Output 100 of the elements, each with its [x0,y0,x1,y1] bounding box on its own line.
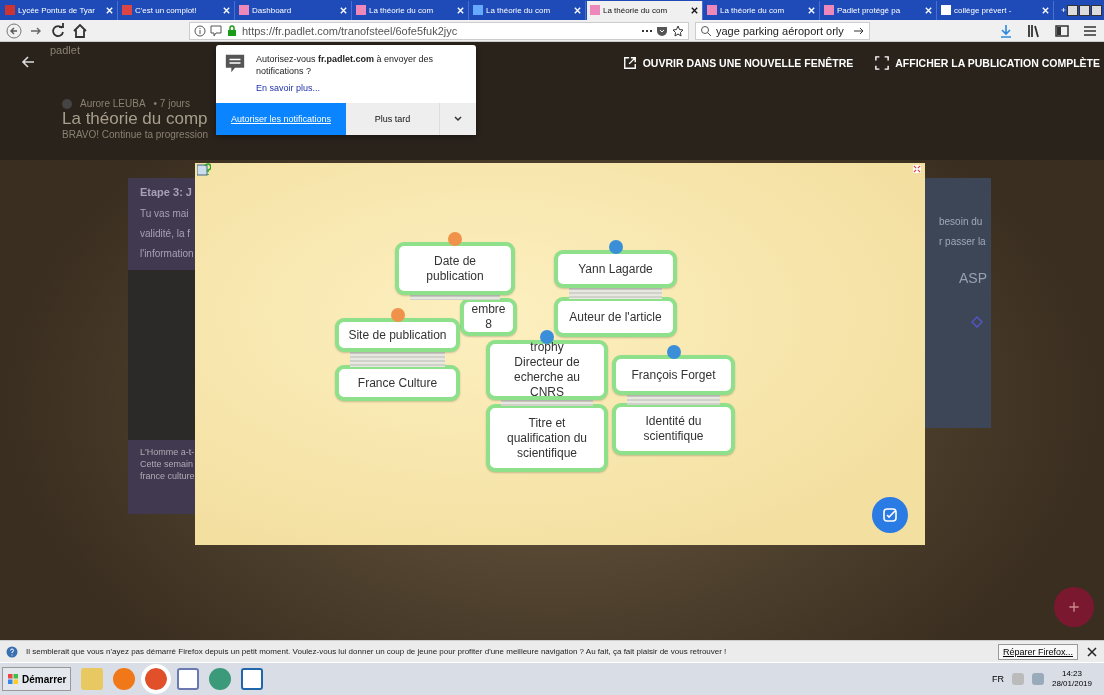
card[interactable]: Auteur de l'article [554,297,677,337]
app-icon[interactable] [209,668,232,690]
start-button[interactable]: Démarrer [2,667,72,691]
card-text: embre 8 [471,302,506,332]
favicon-icon [122,5,132,15]
card-text: Identité du scientifique [643,414,704,444]
post-text: validité, la f [140,227,192,241]
page-actions-icon[interactable] [642,29,652,32]
card[interactable]: Date de publication [395,242,515,295]
document-icon[interactable] [241,668,264,690]
post-text: l'information [140,247,195,261]
card[interactable]: France Culture [335,365,460,401]
search-icon [700,24,712,37]
external-link-icon [622,56,637,70]
star-icon[interactable] [672,24,684,37]
post-text: Tu vas mai [140,207,190,221]
header-action-link[interactable]: OUVRIR DANS UNE NOUVELLE FENÊTRE [622,56,854,70]
library-icon[interactable] [1026,22,1042,39]
card-text: Yann Lagarde [578,261,653,277]
post-text: r passer la [939,235,987,249]
card-text: Titre et qualification du scientifique [506,415,588,461]
help-icon [6,645,18,658]
caption-text: L'Homme a-t- [140,446,196,458]
card[interactable]: François Forget [612,355,735,395]
post-label: ASP [958,270,988,286]
search-field[interactable]: yage parking aéroport orly [695,21,870,40]
card-text: trophy Directeur de echerche au CNRS [513,340,580,400]
chevron-down-icon [453,114,463,124]
browser-tab[interactable]: La théorie du com [353,0,469,20]
info-icon[interactable] [194,24,206,37]
home-icon[interactable] [72,22,88,39]
browser-tab[interactable]: La théorie du com [470,0,586,20]
diamond-icon [971,316,983,328]
padlet-subtitle: BRAVO! Continue ta progression [62,129,208,140]
padlet-logo: padlet [50,44,80,56]
favicon-icon [239,5,249,15]
post-age: • 7 jours [153,98,190,109]
favicon-icon [590,5,600,15]
plus-icon [1067,600,1081,614]
browser-tab[interactable]: La théorie du com [704,0,820,20]
card[interactable]: Site de publication [335,318,460,352]
close-icon[interactable] [1086,645,1098,658]
avatar-icon [62,98,72,109]
browser-tab[interactable]: collège prévert - [938,0,1054,20]
back-arrow-icon[interactable] [20,54,36,70]
sidebar-icon[interactable] [1054,22,1070,39]
favicon-icon [473,5,483,15]
add-post-button[interactable] [1054,587,1094,627]
notification-message: Il semblerait que vous n'ayez pas démarré Firefox depuis un petit moment. Voulez-vous lui donner un coup de jeune pour profiter d'une meilleure navigation ? Au fait, ça fait plaisir de vous retrouver ! [26,647,728,656]
speech-bubble-icon [224,53,246,75]
card-text: Date de publication [426,253,484,284]
clock-date[interactable]: 28/01/2019 [1051,679,1092,689]
fullscreen-icon[interactable] [913,165,921,173]
later-button[interactable]: Plus tard [346,103,440,135]
windows-logo-icon [7,673,19,685]
lock-icon [226,24,238,37]
favicon-icon [356,5,366,15]
repair-firefox-button[interactable]: Réparer Firefox... [997,643,1078,660]
header-action-link[interactable]: AFFICHER LA PUBLICATION COMPLÈTE [875,56,1100,70]
padlet-title: La théorie du comp [62,109,208,129]
back-icon[interactable] [6,22,22,39]
card-text: Site de publication [348,327,447,343]
clock-time[interactable]: 14:23 [1061,669,1082,679]
speech-bubble-icon[interactable] [210,24,222,37]
card[interactable]: Yann Lagarde [554,250,677,288]
learn-more-link[interactable]: En savoir plus... [256,83,321,93]
card[interactable]: Identité du scientifique [612,403,735,455]
card-text: François Forget [631,367,716,383]
app-icon[interactable] [177,668,200,690]
window-controls-icon[interactable] [1067,4,1102,16]
post-text: besoin du [939,215,984,229]
permission-message: Autorisez-vous fr.padlet.com à envoyer des notifications ? [256,53,435,77]
browser-tab[interactable]: C'est un complot! [119,0,235,20]
expand-icon [875,56,890,70]
favicon-icon [941,5,951,15]
caption-text: france culture [140,470,196,482]
address-bar[interactable]: https://fr.padlet.com/tranofsteel/6ofe5fuk2jyc [189,21,689,40]
card[interactable]: trophy Directeur de echerche au CNRS [486,340,608,400]
check-button[interactable] [872,497,908,533]
card-text: Auteur de l'article [569,309,662,325]
card[interactable]: Titre et qualification du scientifique [486,404,608,472]
favicon-icon [824,5,834,15]
download-icon[interactable] [998,22,1014,39]
post-title: Etape 3: J [140,186,193,198]
close-icon[interactable] [690,5,699,15]
favicon-icon [707,5,717,15]
browser-tab[interactable]: Lycée Pontus de Tyar [2,0,118,20]
card[interactable]: embre 8 [460,298,517,336]
card-text: France Culture [357,375,438,391]
browser-tab[interactable]: Dashboard [236,0,352,20]
browser-tab[interactable]: La théorie du com [587,0,703,20]
reload-icon[interactable] [50,22,66,39]
checkmark-icon [882,507,898,523]
allow-notifications-button[interactable]: Autoriser les notifications [216,103,346,135]
browser-tab[interactable]: Padlet protégé pa [821,0,937,20]
author-name: Aurore LEUBA [80,98,146,109]
caption-text: Cette semain [140,458,195,470]
language-indicator[interactable]: FR [991,674,1004,684]
pocket-icon[interactable] [656,24,668,37]
favicon-icon [5,5,15,15]
